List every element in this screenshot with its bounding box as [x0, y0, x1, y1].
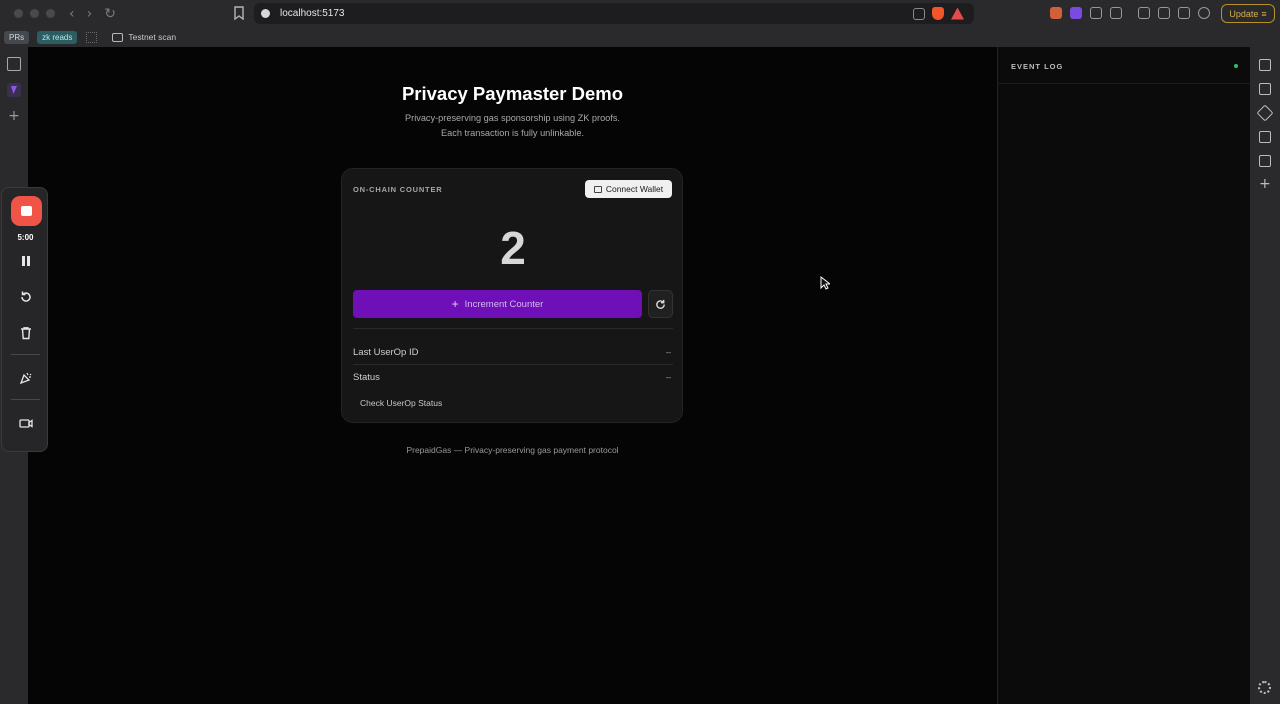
- increment-label: Increment Counter: [464, 298, 544, 310]
- status-dot-icon: [1234, 64, 1238, 68]
- status-label: Status: [353, 372, 380, 383]
- share-icon[interactable]: [913, 7, 925, 20]
- counter-card: ON-CHAIN COUNTER Connect Wallet 2 + Incr…: [341, 168, 683, 423]
- check-userop-status-button[interactable]: Check UserOp Status: [360, 398, 442, 408]
- extension-puzzle-icon[interactable]: [1090, 7, 1102, 19]
- bookmark-prs[interactable]: PRs: [4, 30, 30, 44]
- brave-rewards-icon[interactable]: [951, 7, 964, 20]
- folder-label: Testnet scan: [128, 32, 177, 42]
- brave-shields-icon[interactable]: [932, 7, 944, 20]
- reload-icon[interactable]: ↻: [104, 6, 116, 22]
- event-log-header: EVENT LOG: [998, 47, 1251, 84]
- window-controls: [14, 9, 55, 18]
- stop-recording-button[interactable]: [11, 196, 42, 226]
- vpn-icon[interactable]: [1198, 7, 1210, 19]
- app-main: Privacy Paymaster Demo Privacy-preservin…: [28, 47, 997, 704]
- recording-timer: 5:00: [17, 233, 34, 242]
- connect-wallet-label: Connect Wallet: [605, 184, 664, 194]
- status-value: –: [665, 372, 671, 382]
- sidebar-toggle-icon[interactable]: [1138, 7, 1150, 19]
- refresh-icon: [656, 299, 665, 309]
- bookmark-zk-reads[interactable]: zk reads: [37, 30, 78, 44]
- extension-box-icon[interactable]: [1110, 7, 1122, 19]
- wallet-icon: [593, 185, 602, 193]
- divider: [11, 399, 40, 400]
- event-log-title: EVENT LOG: [1011, 62, 1064, 71]
- divider: [353, 364, 673, 365]
- leo-ai-icon[interactable]: [1178, 7, 1190, 19]
- refresh-button[interactable]: [648, 290, 673, 318]
- bookmarks-bar: PRs zk reads Testnet scan: [0, 27, 1280, 47]
- zoom-window-button[interactable]: [46, 9, 55, 18]
- plus-icon: +: [451, 297, 459, 311]
- recording-toolbar: 5:00: [1, 187, 48, 452]
- site-info-icon[interactable]: [261, 9, 270, 18]
- connect-wallet-button[interactable]: Connect Wallet: [585, 180, 672, 198]
- folder-icon: [112, 32, 124, 42]
- close-window-button[interactable]: [14, 9, 23, 18]
- bookmark-folder-testnet-scan[interactable]: Testnet scan: [112, 32, 176, 42]
- extension-purple-icon[interactable]: [1070, 7, 1082, 19]
- event-log-panel: EVENT LOG: [997, 47, 1251, 704]
- add-sidebar-item-plus-icon[interactable]: +: [1259, 177, 1271, 191]
- card-label: ON-CHAIN COUNTER: [353, 185, 443, 194]
- reading-list-icon[interactable]: [1259, 59, 1271, 71]
- trash-icon[interactable]: [19, 326, 33, 340]
- minimize-window-button[interactable]: [30, 9, 39, 18]
- forward-icon[interactable]: ›: [87, 6, 93, 22]
- browser-right-sidebar: +: [1250, 47, 1280, 704]
- page-subtitle-line1: Privacy-preserving gas sponsorship using…: [405, 113, 620, 123]
- divider: [353, 328, 673, 329]
- browser-toolbar: ‹ › ↻ localhost:5173 Update ≡: [0, 0, 1280, 27]
- pause-icon[interactable]: [19, 254, 33, 268]
- confetti-icon[interactable]: [19, 371, 33, 385]
- sidebar-panel-icon[interactable]: [7, 57, 21, 71]
- back-icon[interactable]: ‹: [69, 6, 75, 22]
- increment-counter-button[interactable]: + Increment Counter: [353, 290, 642, 318]
- update-label: Update: [1229, 8, 1259, 19]
- last-userop-label: Last UserOp ID: [353, 347, 419, 358]
- settings-gear-icon[interactable]: [1258, 681, 1271, 694]
- address-bar[interactable]: localhost:5173: [254, 3, 974, 24]
- apps-grid-icon[interactable]: [86, 31, 98, 43]
- wallet-sidebar-icon[interactable]: [1259, 83, 1271, 95]
- bookmarks-sidebar-icon[interactable]: [1259, 131, 1271, 143]
- restart-icon[interactable]: [19, 290, 33, 304]
- bookmark-icon[interactable]: [233, 6, 245, 20]
- divider: [11, 354, 40, 355]
- leo-sidebar-icon[interactable]: [1256, 104, 1274, 122]
- last-userop-value: –: [665, 347, 671, 357]
- camera-icon[interactable]: [19, 416, 33, 430]
- new-tab-plus-icon[interactable]: +: [7, 109, 21, 123]
- page-footer: PrepaidGas — Privacy-preserving gas paym…: [406, 445, 619, 455]
- history-sidebar-icon[interactable]: [1259, 155, 1271, 167]
- counter-value: 2: [500, 222, 526, 274]
- page-title: Privacy Paymaster Demo: [401, 83, 624, 104]
- mouse-cursor-icon: [820, 276, 830, 290]
- url-text: localhost:5173: [280, 8, 345, 19]
- extensions-row: [1050, 7, 1210, 19]
- extension-fox-icon[interactable]: [1050, 7, 1062, 19]
- update-button[interactable]: Update ≡: [1221, 4, 1275, 23]
- tab-favicon-icon[interactable]: [7, 83, 21, 97]
- menu-icon: ≡: [1261, 8, 1267, 19]
- wallet-icon[interactable]: [1158, 7, 1170, 19]
- page-subtitle-line2: Each transaction is fully unlinkable.: [441, 128, 584, 138]
